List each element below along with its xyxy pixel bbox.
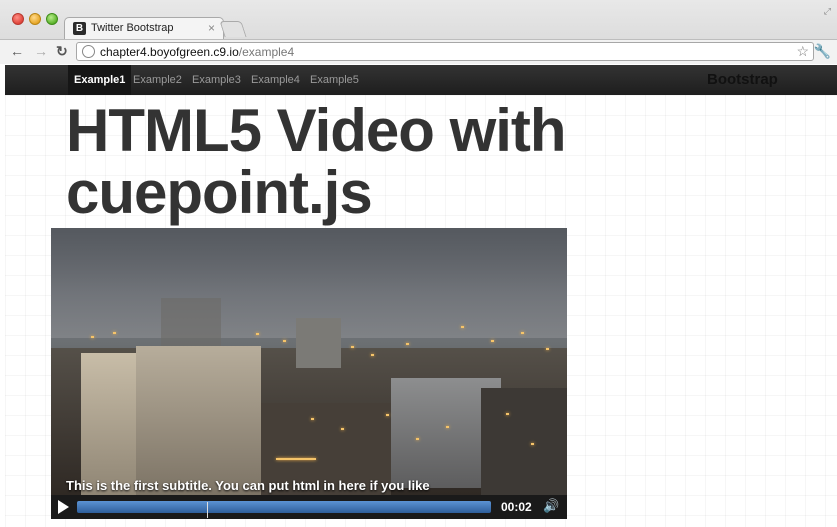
- video-light: [371, 354, 374, 356]
- nav-example5[interactable]: Example5: [304, 65, 365, 95]
- video-light: [491, 340, 494, 342]
- video-time: 00:02: [501, 500, 532, 514]
- video-light: [446, 426, 449, 428]
- window-minimize-button[interactable]: [29, 13, 41, 25]
- page-title-line2: cuepoint.js: [66, 159, 373, 226]
- bootstrap-favicon-icon: B: [73, 22, 86, 35]
- video-light: [461, 326, 464, 328]
- nav-example3[interactable]: Example3: [186, 65, 247, 95]
- video-building: [481, 388, 567, 498]
- video-progress-bar[interactable]: [77, 501, 491, 518]
- video-light: [506, 413, 509, 415]
- nav-example2[interactable]: Example2: [127, 65, 188, 95]
- browser-tab[interactable]: B Twitter Bootstrap ×: [64, 17, 224, 39]
- tab-close-icon[interactable]: ×: [208, 21, 215, 35]
- browser-toolbar: ← → ↻ chapter4.boyofgreen.c9.io/example4…: [0, 39, 837, 64]
- browser-chrome: B Twitter Bootstrap × ⤢ ← → ↻ chapter4.b…: [0, 0, 837, 64]
- video-light: [351, 346, 354, 348]
- video-building: [296, 318, 341, 368]
- video-light: [256, 333, 259, 335]
- video-light: [546, 348, 549, 350]
- video-light: [406, 343, 409, 345]
- window-maximize-button[interactable]: [46, 13, 58, 25]
- url-path: /example4: [238, 45, 295, 59]
- video-subtitle: This is the first subtitle. You can put …: [66, 478, 430, 493]
- video-light: [531, 443, 534, 445]
- url-text: chapter4.boyofgreen.c9.io/example4: [100, 45, 294, 59]
- video-light: [341, 428, 344, 430]
- video-light: [113, 332, 116, 334]
- text-cursor-icon: [207, 502, 208, 518]
- page-title: HTML5 Video with cuepoint.js: [66, 100, 666, 224]
- page-icon: [82, 45, 95, 58]
- video-light: [311, 418, 314, 420]
- reload-icon[interactable]: ↻: [56, 43, 68, 60]
- address-bar[interactable]: chapter4.boyofgreen.c9.io/example4 ☆: [76, 42, 814, 61]
- bookmark-star-icon[interactable]: ☆: [796, 43, 809, 60]
- video-controls: 00:02 🔊: [51, 495, 567, 519]
- volume-icon[interactable]: 🔊: [543, 498, 559, 514]
- video-light: [276, 458, 316, 460]
- forward-arrow-icon[interactable]: →: [34, 43, 48, 59]
- tab-title: Twitter Bootstrap: [91, 22, 174, 34]
- video-player[interactable]: This is the first subtitle. You can put …: [51, 228, 567, 519]
- video-building-foreground: [136, 346, 261, 498]
- back-arrow-icon[interactable]: ←: [10, 43, 24, 59]
- video-light: [283, 340, 286, 342]
- nav-example4[interactable]: Example4: [245, 65, 306, 95]
- navbar-brand[interactable]: Bootstrap: [707, 65, 778, 95]
- fullscreen-icon[interactable]: ⤢: [824, 6, 831, 17]
- window-close-button[interactable]: [12, 13, 24, 25]
- video-light: [416, 438, 419, 440]
- page-title-line1: HTML5 Video with: [66, 97, 567, 164]
- wrench-icon[interactable]: 🔧: [814, 43, 831, 60]
- video-light: [521, 332, 524, 334]
- site-navbar: Example1 Example2 Example3 Example4 Exam…: [5, 65, 837, 95]
- nav-example1[interactable]: Example1: [68, 65, 132, 95]
- play-icon[interactable]: [55, 499, 71, 515]
- url-host: chapter4.boyofgreen.c9.io: [100, 45, 239, 59]
- new-tab-button[interactable]: [219, 21, 247, 37]
- video-light: [91, 336, 94, 338]
- video-light: [386, 414, 389, 416]
